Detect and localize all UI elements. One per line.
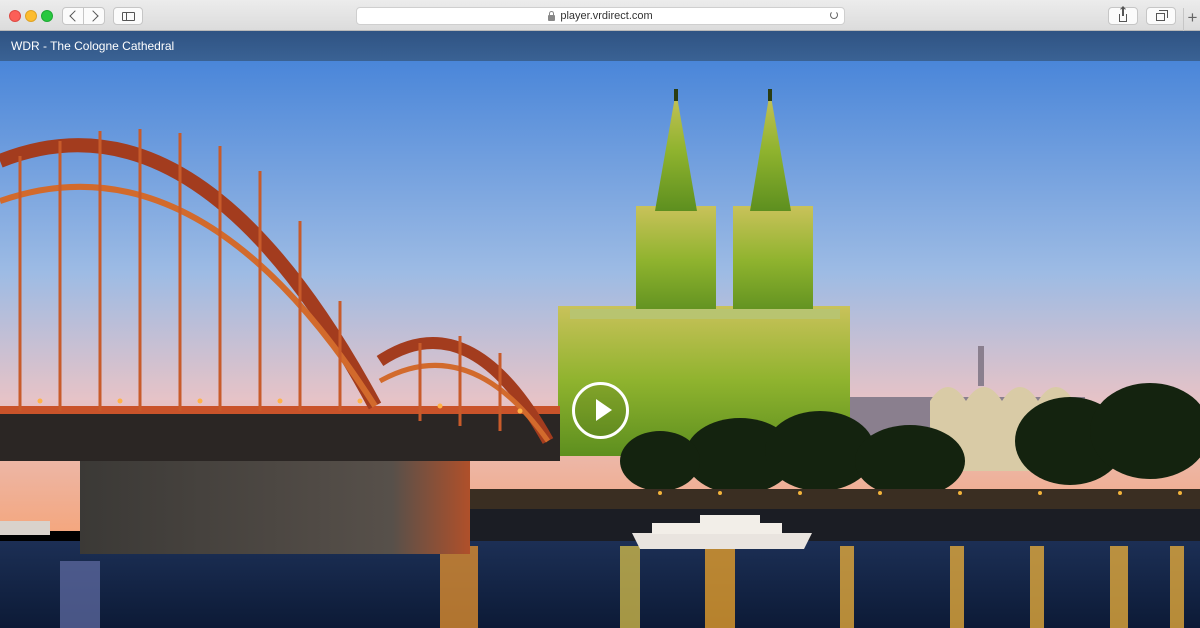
address-bar[interactable]: player.vrdirect.com: [356, 7, 845, 25]
close-window-button[interactable]: [9, 10, 21, 22]
bridge-deck: [0, 411, 560, 461]
page-title: WDR - The Cologne Cathedral: [11, 39, 175, 53]
tabs-icon: [1155, 10, 1168, 21]
sidebar-toggle-button[interactable]: [113, 7, 143, 25]
show-tabs-button[interactable]: [1146, 7, 1176, 25]
share-icon: [1119, 7, 1127, 22]
bridge-pier: [80, 459, 470, 554]
lock-icon: [548, 10, 556, 21]
chevron-left-icon: [68, 10, 81, 22]
chevron-right-icon: [86, 10, 99, 22]
cologne-scene-image: [0, 61, 1200, 628]
forward-button[interactable]: [83, 8, 104, 24]
zoom-window-button[interactable]: [41, 10, 53, 22]
minimize-window-button[interactable]: [25, 10, 37, 22]
video-scene[interactable]: [0, 61, 1200, 628]
play-button[interactable]: [572, 382, 629, 439]
browser-toolbar: player.vrdirect.com +: [0, 0, 1200, 31]
player-title-bar: WDR - The Cologne Cathedral: [0, 31, 1200, 61]
share-button[interactable]: [1108, 7, 1138, 25]
play-icon: [596, 399, 612, 421]
history-navigation: [62, 7, 105, 25]
reload-icon[interactable]: [830, 11, 838, 19]
new-tab-button[interactable]: +: [1183, 8, 1200, 31]
small-boat: [0, 521, 50, 535]
url-text: player.vrdirect.com: [560, 10, 653, 22]
sidebar-icon: [121, 11, 135, 21]
back-button[interactable]: [63, 8, 83, 24]
